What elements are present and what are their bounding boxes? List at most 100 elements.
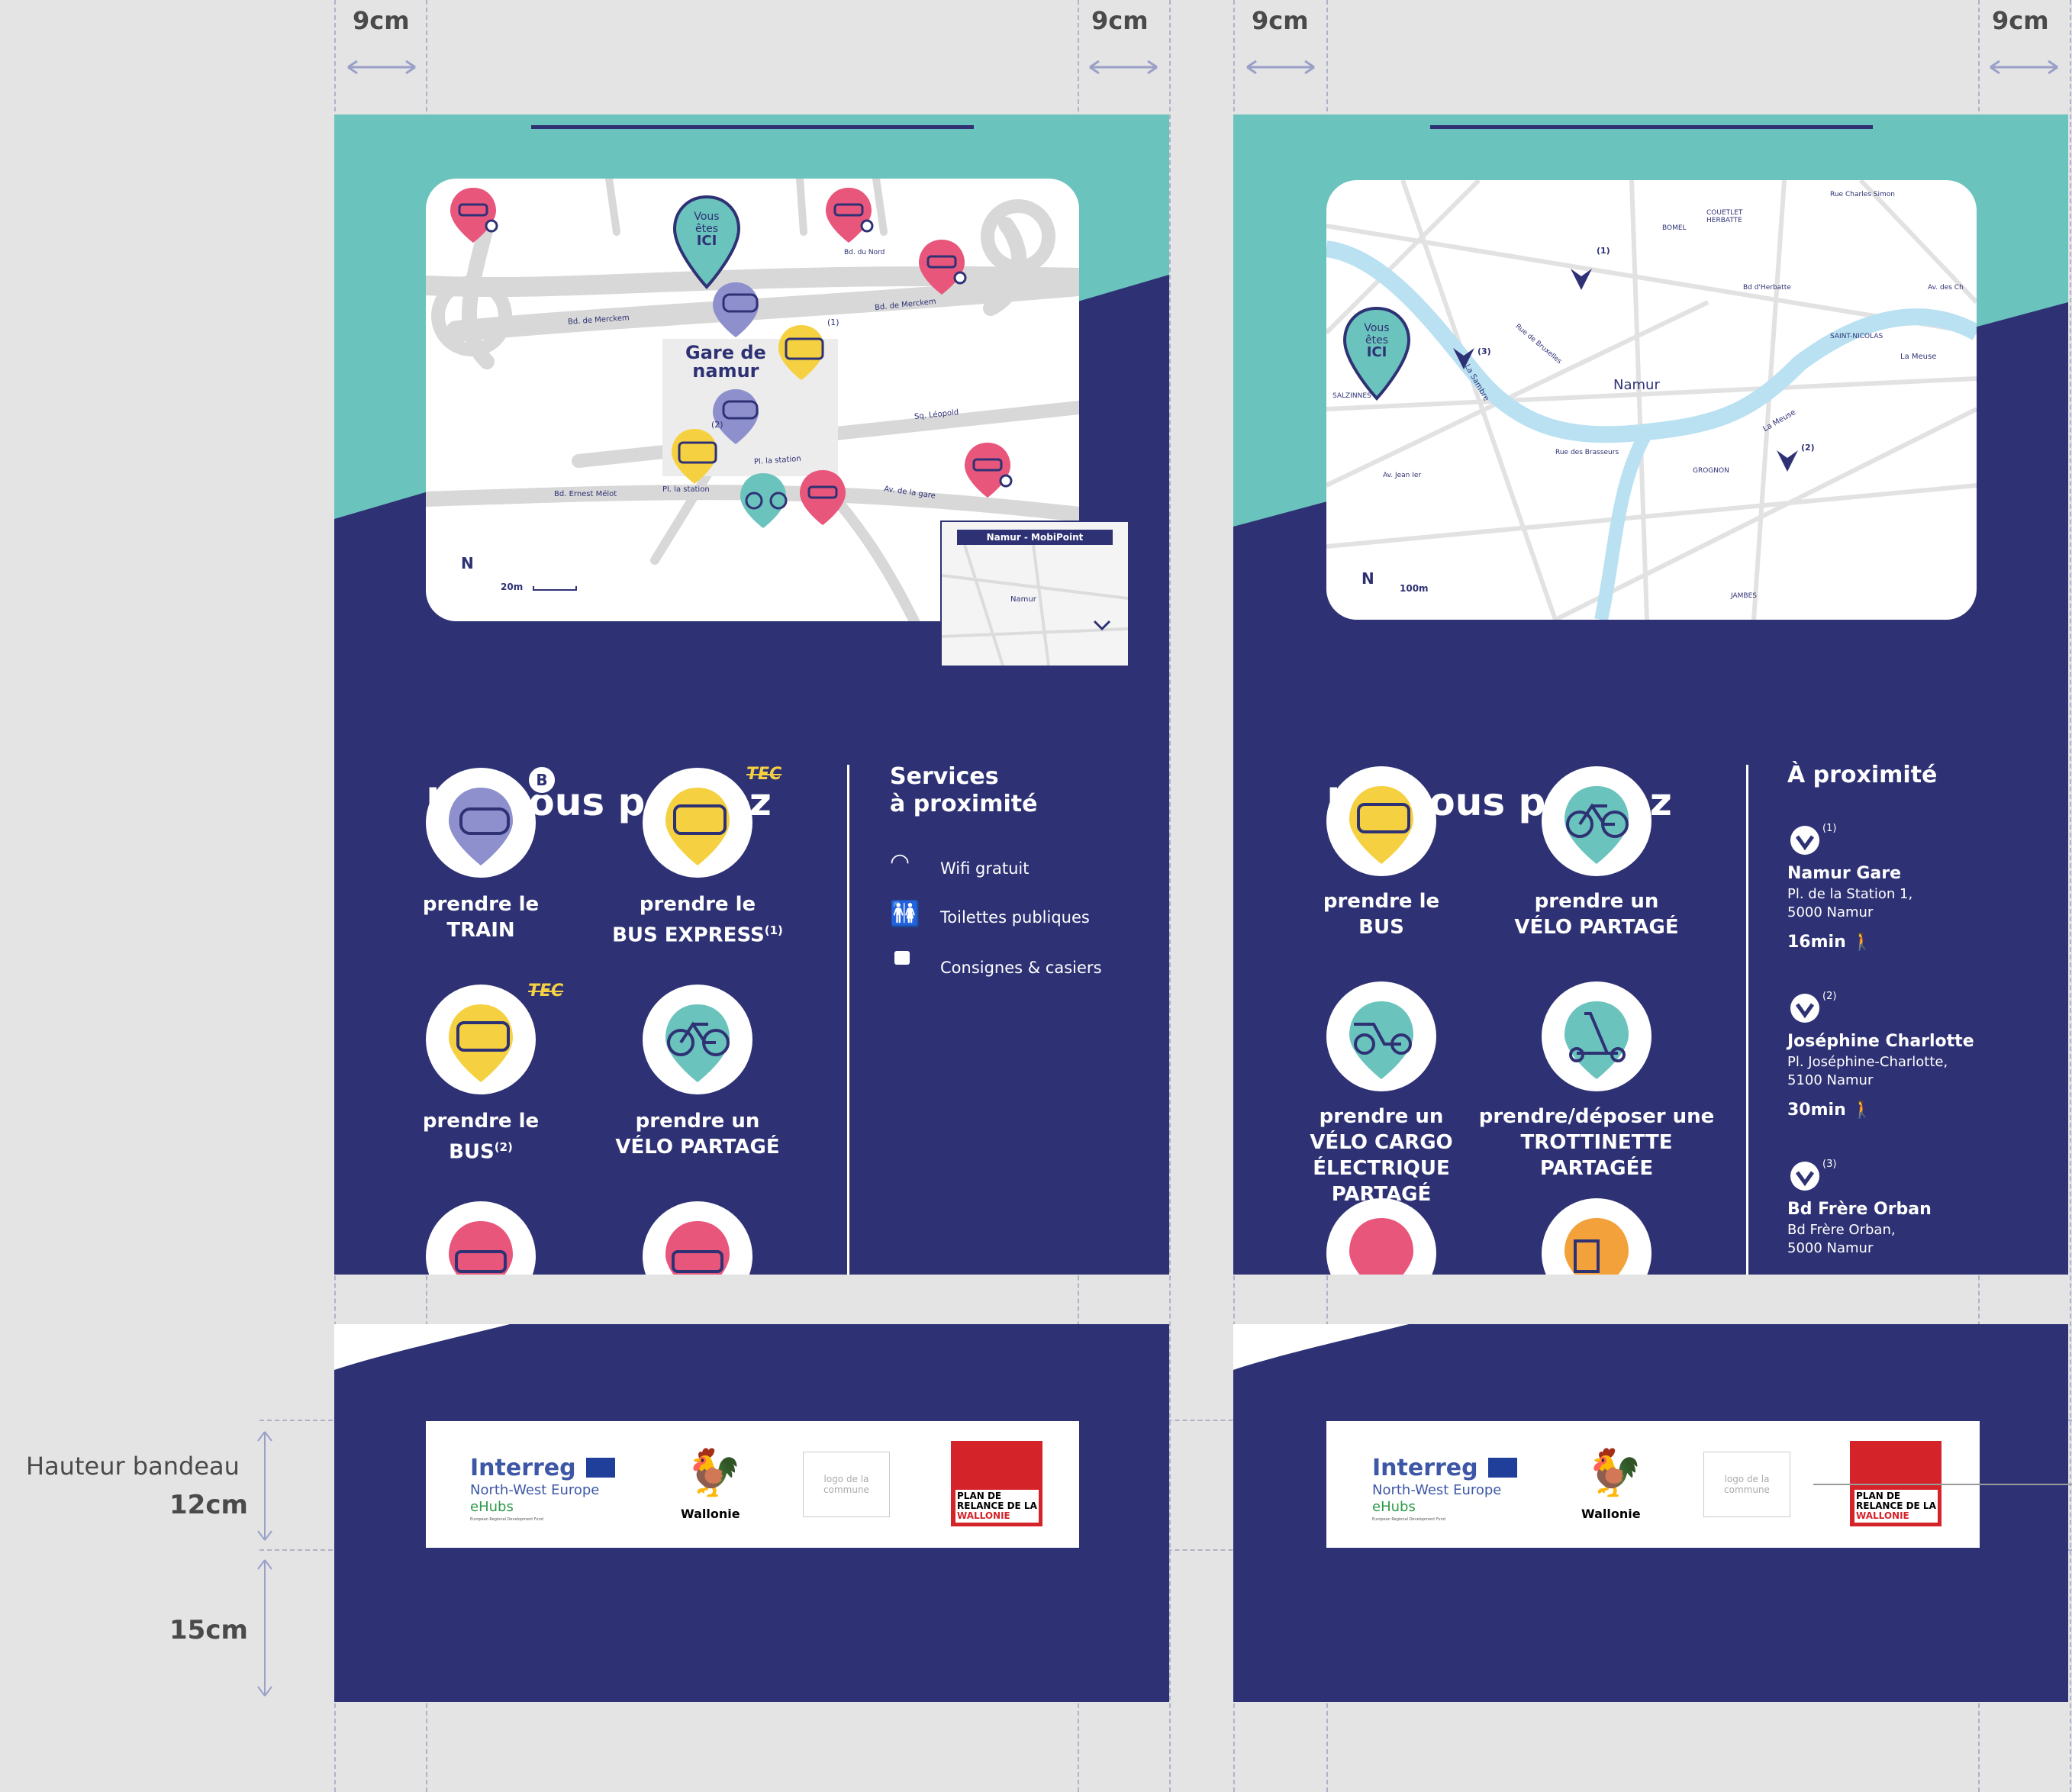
side-title: Services à proximité <box>890 763 1038 817</box>
taxi-marker-icon[interactable] <box>795 466 856 530</box>
river-label: La Meuse <box>1900 353 1937 361</box>
you-are-here-pin[interactable]: Vous êtes ICI <box>1342 305 1412 404</box>
district-label: JAMBES <box>1731 592 1757 600</box>
street-label: Bd. du Nord <box>844 249 885 256</box>
service-label-bus-express: prendre le BUS EXPRESS(1) <box>612 893 783 947</box>
dimension-arrow-icon <box>1990 60 2058 75</box>
scooter-service-icon <box>1542 981 1651 1091</box>
scale-bar <box>533 586 577 591</box>
map-ref: (2) <box>1801 443 1815 453</box>
pin-text: ICI <box>696 233 717 249</box>
district-label: GROGNON <box>1693 467 1729 475</box>
bike-service-icon <box>643 985 752 1094</box>
nearby-address: Bd Frère Orban, 5000 Namur <box>1787 1222 1896 1256</box>
dimension-arrow-icon <box>347 60 416 75</box>
train-marker-icon[interactable] <box>708 278 769 342</box>
walking-icon: 🚶 <box>1851 933 1873 952</box>
nearby-time: 30min 🚶 <box>1787 1101 1873 1120</box>
carshare-service-icon <box>643 1201 752 1275</box>
eu-flag-icon <box>586 1458 615 1478</box>
commune-logo-placeholder: logo de la commune <box>1703 1452 1790 1517</box>
rooster-icon: 🐓 <box>1586 1446 1643 1500</box>
logo-band: Interreg North-West Europe eHubs Europea… <box>426 1421 1079 1548</box>
inset-map[interactable]: Namur - MobiPoint Namur <box>940 521 1129 667</box>
street-label: Av. Jean Ier <box>1383 472 1422 479</box>
street-label: Bd. Ernest Mélot <box>554 490 617 498</box>
margin-label: 9cm <box>1091 6 1149 35</box>
interreg-logo: Interreg <box>1372 1455 1478 1481</box>
toilets-icon: 🚻 <box>890 899 920 928</box>
erdf-text: European Regional Development Fund <box>1372 1517 1445 1522</box>
dimension-arrow-icon <box>1246 60 1315 75</box>
nearby-address: Pl. de la Station 1, 5000 Namur <box>1787 886 1913 920</box>
street-label: Bd d'Herbatte <box>1743 284 1791 292</box>
bus-marker-icon[interactable] <box>774 321 835 385</box>
pin-text: Vous <box>694 211 720 223</box>
margin-label: 9cm <box>1252 6 1309 35</box>
bus-express-service-icon <box>643 768 752 878</box>
street-label: Av. des Ch <box>1928 284 1964 292</box>
wallonie-logo: Wallonie <box>681 1507 740 1521</box>
ehubs-text: eHubs <box>1372 1499 1416 1515</box>
side-item-toilets: Toilettes publiques <box>940 908 1090 927</box>
walking-icon: 🚶 <box>1851 1101 1873 1120</box>
city-name: Namur <box>1613 377 1660 393</box>
side-item-lockers: Consignes & casiers <box>940 959 1102 977</box>
carshare-service-icon <box>1326 1198 1436 1275</box>
tec-badge: TEC <box>528 981 564 1001</box>
taxi-marker-icon[interactable] <box>446 183 507 247</box>
street-label: Rue Charles Simon <box>1830 191 1895 198</box>
location-marker-icon <box>1790 826 1819 855</box>
map-ref: (3) <box>1477 346 1491 356</box>
rooster-icon: 🐓 <box>685 1446 743 1500</box>
erdf-text: European Regional Development Fund <box>470 1517 543 1522</box>
nearby-ref: (1) <box>1822 823 1837 834</box>
vertical-dimension-icon <box>257 1431 272 1541</box>
top-bar <box>1430 125 1873 129</box>
annotation-line <box>1813 1484 2072 1485</box>
column-divider <box>847 765 849 1275</box>
station-label: Gare de namur <box>685 342 766 382</box>
bus-ref: (1) <box>827 317 839 327</box>
bike-marker-icon[interactable] <box>736 469 797 533</box>
bus-service-icon <box>426 985 536 1094</box>
map-scale: 20m <box>501 582 524 592</box>
pin-text: ICI <box>1366 344 1387 360</box>
band-height-value: 12cm <box>169 1490 248 1520</box>
service-label-bus: prendre le BUS <box>1323 890 1440 939</box>
city-map[interactable]: (1) (2) (3) Namur BOMEL COUETLET HERBATT… <box>1326 180 1977 620</box>
interreg-logo: Interreg <box>470 1455 576 1481</box>
nearby-ref: (2) <box>1822 991 1837 1002</box>
map-scale: 100m <box>1400 583 1429 594</box>
wifi-icon: ◠ <box>890 849 910 875</box>
nearby-name: Joséphine Charlotte <box>1787 1032 1974 1051</box>
map-ref: (1) <box>1597 246 1610 256</box>
inset-title: Namur - MobiPoint <box>957 530 1113 545</box>
margin-label: 9cm <box>353 6 410 35</box>
service-label-train: prendre le TRAIN <box>422 893 540 942</box>
nearby-name: Namur Gare <box>1787 864 1902 883</box>
side-item-wifi: Wifi gratuit <box>940 859 1030 878</box>
lock-icon <box>894 951 910 965</box>
nwe-text: North-West Europe <box>1372 1482 1502 1498</box>
train-service-icon <box>426 768 536 878</box>
location-marker-icon <box>1790 1162 1819 1191</box>
dimension-arrow-icon <box>1089 60 1158 75</box>
north-indicator: N <box>461 554 474 572</box>
charging-service-icon <box>1542 1198 1651 1275</box>
district-label: SAINT-NICOLAS <box>1830 333 1883 340</box>
service-label-bike: prendre un VÉLO PARTAGÉ <box>1514 890 1679 939</box>
location-marker-icon <box>1790 994 1819 1023</box>
taxi-marker-icon[interactable] <box>821 183 882 247</box>
north-indicator: N <box>1361 569 1374 588</box>
side-title: À proximité <box>1787 762 1938 788</box>
taxi-service-icon <box>426 1201 536 1275</box>
taxi-marker-icon[interactable] <box>960 438 1021 502</box>
panel-1-top: Bd. de Merckem Bd. de Merckem Sq. Léopol… <box>334 114 1169 1275</box>
taxi-marker-icon[interactable] <box>914 235 975 299</box>
band-height-label: Hauteur bandeau <box>26 1452 240 1481</box>
service-label-scooter: prendre/déposer une TROTTINETTE PARTAGÉE <box>1478 1105 1715 1180</box>
bus-marker-icon[interactable] <box>667 424 728 488</box>
service-label-bike: prendre un VÉLO PARTAGÉ <box>615 1110 780 1159</box>
nearby-address: Pl. Joséphine-Charlotte, 5100 Namur <box>1787 1054 1948 1088</box>
